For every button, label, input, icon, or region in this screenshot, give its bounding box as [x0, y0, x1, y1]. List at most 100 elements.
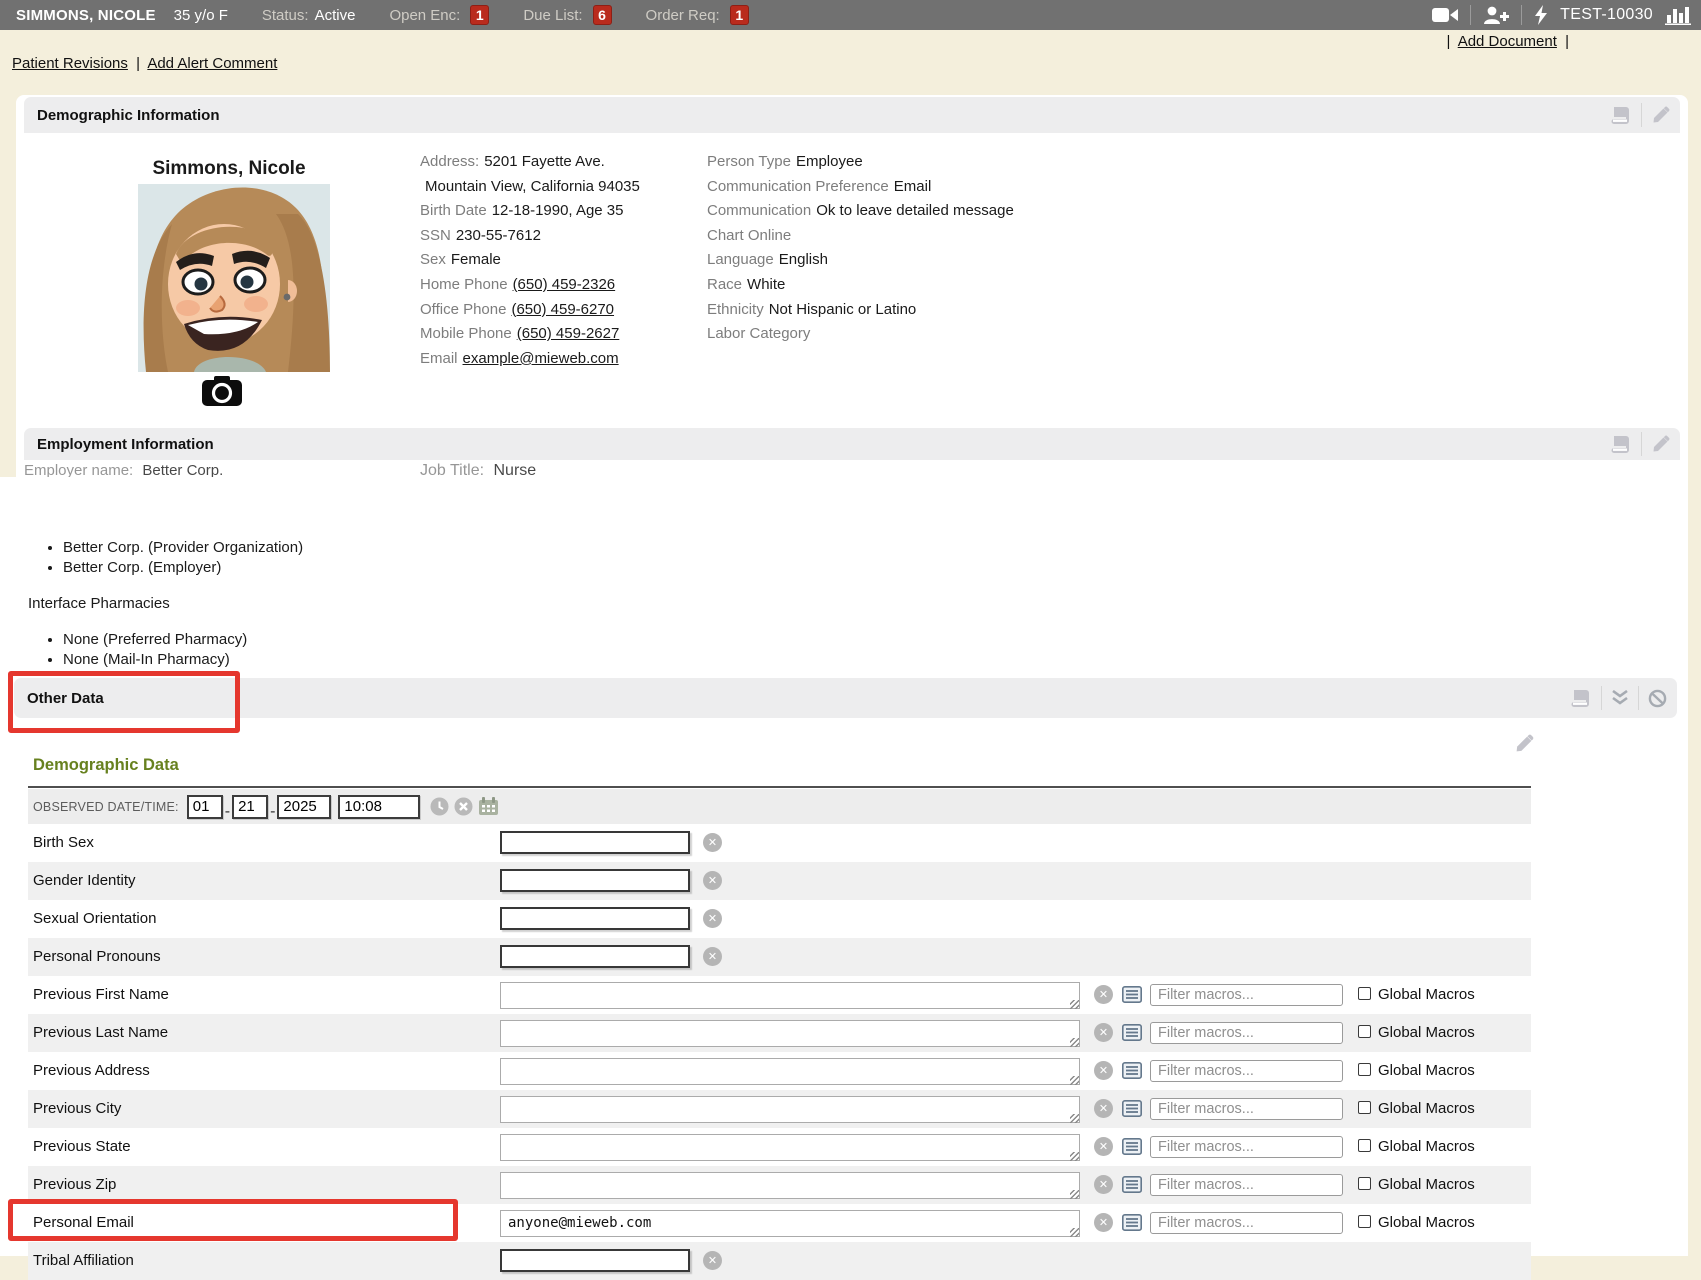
section-title: Other Data [27, 690, 104, 707]
field-label: Previous Zip [33, 1176, 116, 1193]
clear-x-icon[interactable]: ✕ [1094, 1137, 1113, 1156]
section-title: Employment Information [37, 436, 214, 453]
info-value: White [747, 276, 785, 293]
global-macros-checkbox[interactable] [1358, 1215, 1371, 1228]
clear-x-icon[interactable]: ✕ [1094, 1175, 1113, 1194]
open-enc-badge[interactable]: 1 [470, 5, 489, 25]
observed-day-input[interactable] [232, 795, 268, 819]
global-macros-checkbox[interactable] [1358, 1177, 1371, 1190]
clear-x-icon[interactable]: ✕ [703, 909, 722, 928]
macro-list-icon[interactable] [1122, 1024, 1142, 1041]
add-alert-comment-link[interactable]: Add Alert Comment [147, 55, 277, 72]
info-value-link[interactable]: (650) 459-2627 [517, 325, 620, 342]
calendar-icon[interactable] [478, 797, 499, 816]
filter-macros-input[interactable] [1150, 1136, 1343, 1158]
double-chevron-down-icon[interactable] [1611, 690, 1629, 706]
field-textarea[interactable] [500, 1172, 1080, 1199]
field-input[interactable] [500, 945, 690, 968]
info-value-link[interactable]: example@mieweb.com [463, 350, 619, 367]
resize-grip[interactable] [1070, 1152, 1079, 1161]
no-entry-icon[interactable] [1648, 689, 1667, 708]
field-input[interactable] [500, 907, 690, 930]
field-textarea[interactable] [500, 1058, 1080, 1085]
info-label: Chart Online [707, 227, 791, 244]
book-icon[interactable] [1610, 435, 1632, 454]
other-data-header[interactable]: Other Data [14, 678, 1677, 718]
global-macros-checkbox[interactable] [1358, 987, 1371, 1000]
global-macros-checkbox[interactable] [1358, 1139, 1371, 1152]
filter-macros-input[interactable] [1150, 1022, 1343, 1044]
field-textarea[interactable] [500, 1020, 1080, 1047]
field-textarea[interactable] [500, 1134, 1080, 1161]
book-icon[interactable] [1610, 106, 1632, 125]
filter-macros-input[interactable] [1150, 1174, 1343, 1196]
field-textarea[interactable] [500, 1210, 1080, 1237]
filter-macros-input[interactable] [1150, 1212, 1343, 1234]
clear-x-icon[interactable]: ✕ [1094, 1023, 1113, 1042]
macro-list-icon[interactable] [1122, 986, 1142, 1003]
clear-x-icon[interactable] [454, 797, 473, 816]
macro-list-icon[interactable] [1122, 1100, 1142, 1117]
field-textarea[interactable] [500, 1096, 1080, 1123]
add-person-icon[interactable] [1483, 6, 1509, 24]
open-enc-label: Open Enc: [389, 7, 460, 24]
clear-x-icon[interactable]: ✕ [703, 947, 722, 966]
camera-icon[interactable] [202, 376, 242, 406]
field-input[interactable] [500, 869, 690, 892]
clear-x-icon[interactable]: ✕ [1094, 1213, 1113, 1232]
info-line: Emailexample@mieweb.com [420, 347, 640, 372]
pencil-icon[interactable] [1651, 435, 1670, 454]
filter-macros-input[interactable] [1150, 984, 1343, 1006]
form-row: Birth Sex ✕ [28, 824, 1531, 862]
resize-grip[interactable] [1070, 1190, 1079, 1199]
clear-x-icon[interactable]: ✕ [1094, 1061, 1113, 1080]
patient-revisions-link[interactable]: Patient Revisions [12, 55, 128, 72]
observed-month-input[interactable] [187, 795, 223, 819]
pencil-icon[interactable] [1651, 106, 1670, 125]
global-macros-label: Global Macros [1378, 1214, 1475, 1231]
clear-x-icon[interactable]: ✕ [703, 1251, 722, 1270]
info-value: Ok to leave detailed message [816, 202, 1014, 219]
resize-grip[interactable] [1070, 1000, 1079, 1009]
field-input[interactable] [500, 831, 690, 854]
field-input[interactable] [500, 1249, 690, 1272]
info-line: Communication PreferenceEmail [707, 175, 1014, 200]
pencil-icon[interactable] [1514, 734, 1534, 754]
macro-list-icon[interactable] [1122, 1062, 1142, 1079]
order-req-badge[interactable]: 1 [730, 5, 749, 25]
resize-grip[interactable] [1070, 1228, 1079, 1237]
observed-year-input[interactable] [277, 795, 331, 819]
macro-list-icon[interactable] [1122, 1176, 1142, 1193]
clear-x-icon[interactable]: ✕ [1094, 985, 1113, 1004]
form-row: Personal Email ✕ Global Macros [28, 1204, 1531, 1242]
form-row: Gender Identity ✕ [28, 862, 1531, 900]
field-textarea[interactable] [500, 982, 1080, 1009]
icon-divider [1638, 686, 1639, 710]
bar-chart-icon[interactable] [1665, 5, 1691, 25]
macro-list-icon[interactable] [1122, 1214, 1142, 1231]
clear-x-icon[interactable]: ✕ [703, 871, 722, 890]
info-value-link[interactable]: (650) 459-6270 [511, 301, 614, 318]
global-macros-checkbox[interactable] [1358, 1025, 1371, 1038]
filter-macros-input[interactable] [1150, 1098, 1343, 1120]
video-camera-icon[interactable] [1432, 7, 1458, 23]
global-macros-checkbox[interactable] [1358, 1063, 1371, 1076]
info-line: Person TypeEmployee [707, 150, 1014, 175]
due-list-badge[interactable]: 6 [593, 5, 612, 25]
add-document-link[interactable]: Add Document [1458, 33, 1557, 50]
resize-grip[interactable] [1070, 1038, 1079, 1047]
lightning-icon[interactable] [1534, 5, 1548, 25]
macro-list-icon[interactable] [1122, 1138, 1142, 1155]
clear-x-icon[interactable]: ✕ [703, 833, 722, 852]
resize-grip[interactable] [1070, 1076, 1079, 1085]
clear-x-icon[interactable]: ✕ [1094, 1099, 1113, 1118]
book-icon[interactable] [1570, 689, 1592, 708]
info-value-link[interactable]: (650) 459-2326 [513, 276, 616, 293]
patient-age-sex: 35 y/o F [174, 7, 228, 24]
filter-macros-input[interactable] [1150, 1060, 1343, 1082]
observed-time-input[interactable] [338, 795, 420, 819]
patient-photo[interactable] [138, 184, 330, 372]
global-macros-checkbox[interactable] [1358, 1101, 1371, 1114]
resize-grip[interactable] [1070, 1114, 1079, 1123]
clock-icon[interactable] [430, 797, 449, 816]
